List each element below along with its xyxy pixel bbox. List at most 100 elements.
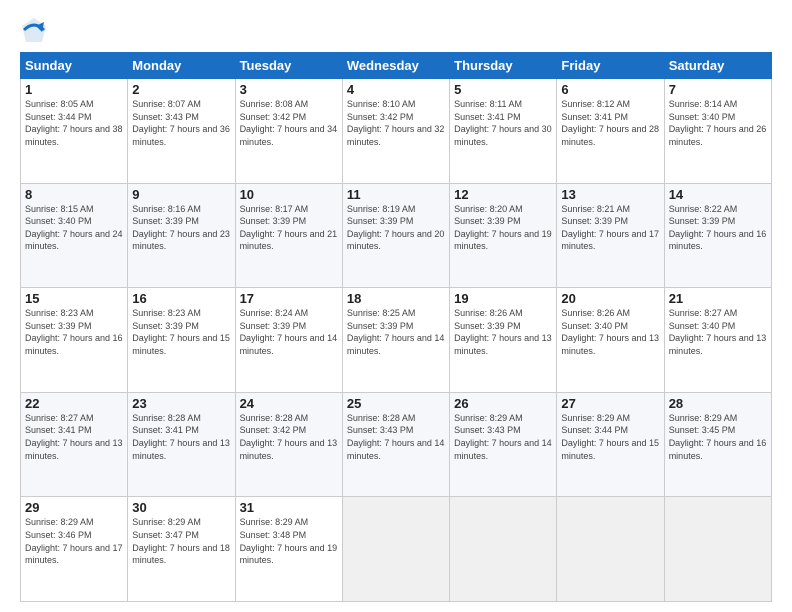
daylight-text: Daylight: 7 hours and 13 minutes. [561, 333, 659, 356]
sunset-text: Sunset: 3:39 PM [454, 321, 521, 331]
daylight-text: Daylight: 7 hours and 36 minutes. [132, 124, 230, 147]
day-number: 13 [561, 187, 659, 202]
daylight-text: Daylight: 7 hours and 20 minutes. [347, 229, 445, 252]
calendar-cell: 8 Sunrise: 8:15 AM Sunset: 3:40 PM Dayli… [21, 183, 128, 288]
sunset-text: Sunset: 3:39 PM [561, 216, 628, 226]
sunrise-text: Sunrise: 8:25 AM [347, 308, 416, 318]
sunrise-text: Sunrise: 8:29 AM [240, 517, 309, 527]
logo-icon [20, 16, 48, 44]
sunset-text: Sunset: 3:40 PM [25, 216, 92, 226]
sunrise-text: Sunrise: 8:26 AM [561, 308, 630, 318]
calendar-cell: 26 Sunrise: 8:29 AM Sunset: 3:43 PM Dayl… [450, 392, 557, 497]
calendar-cell: 19 Sunrise: 8:26 AM Sunset: 3:39 PM Dayl… [450, 288, 557, 393]
sunrise-text: Sunrise: 8:11 AM [454, 99, 522, 109]
calendar-cell: 4 Sunrise: 8:10 AM Sunset: 3:42 PM Dayli… [342, 79, 449, 184]
daylight-text: Daylight: 7 hours and 16 minutes. [669, 229, 767, 252]
day-number: 3 [240, 82, 338, 97]
sunset-text: Sunset: 3:40 PM [561, 321, 628, 331]
day-number: 24 [240, 396, 338, 411]
sunset-text: Sunset: 3:44 PM [561, 425, 628, 435]
day-info: Sunrise: 8:16 AM Sunset: 3:39 PM Dayligh… [132, 203, 230, 253]
calendar-cell: 27 Sunrise: 8:29 AM Sunset: 3:44 PM Dayl… [557, 392, 664, 497]
sunrise-text: Sunrise: 8:23 AM [132, 308, 201, 318]
weekday-header-sunday: Sunday [21, 53, 128, 79]
day-number: 18 [347, 291, 445, 306]
day-info: Sunrise: 8:23 AM Sunset: 3:39 PM Dayligh… [25, 307, 123, 357]
calendar-cell: 10 Sunrise: 8:17 AM Sunset: 3:39 PM Dayl… [235, 183, 342, 288]
daylight-text: Daylight: 7 hours and 14 minutes. [347, 333, 445, 356]
sunrise-text: Sunrise: 8:29 AM [25, 517, 94, 527]
sunset-text: Sunset: 3:40 PM [669, 112, 736, 122]
sunrise-text: Sunrise: 8:28 AM [347, 413, 416, 423]
page: SundayMondayTuesdayWednesdayThursdayFrid… [0, 0, 792, 612]
calendar-cell: 9 Sunrise: 8:16 AM Sunset: 3:39 PM Dayli… [128, 183, 235, 288]
header [20, 16, 772, 44]
day-number: 26 [454, 396, 552, 411]
day-number: 15 [25, 291, 123, 306]
day-number: 23 [132, 396, 230, 411]
day-info: Sunrise: 8:28 AM Sunset: 3:41 PM Dayligh… [132, 412, 230, 462]
calendar-cell: 5 Sunrise: 8:11 AM Sunset: 3:41 PM Dayli… [450, 79, 557, 184]
day-number: 17 [240, 291, 338, 306]
calendar-cell [557, 497, 664, 602]
daylight-text: Daylight: 7 hours and 15 minutes. [132, 333, 230, 356]
day-number: 25 [347, 396, 445, 411]
weekday-header-tuesday: Tuesday [235, 53, 342, 79]
day-info: Sunrise: 8:27 AM Sunset: 3:41 PM Dayligh… [25, 412, 123, 462]
calendar-cell: 18 Sunrise: 8:25 AM Sunset: 3:39 PM Dayl… [342, 288, 449, 393]
sunset-text: Sunset: 3:41 PM [561, 112, 628, 122]
sunset-text: Sunset: 3:41 PM [454, 112, 521, 122]
calendar-cell: 22 Sunrise: 8:27 AM Sunset: 3:41 PM Dayl… [21, 392, 128, 497]
day-info: Sunrise: 8:29 AM Sunset: 3:45 PM Dayligh… [669, 412, 767, 462]
day-info: Sunrise: 8:29 AM Sunset: 3:47 PM Dayligh… [132, 516, 230, 566]
calendar-cell: 28 Sunrise: 8:29 AM Sunset: 3:45 PM Dayl… [664, 392, 771, 497]
daylight-text: Daylight: 7 hours and 14 minutes. [454, 438, 552, 461]
sunrise-text: Sunrise: 8:16 AM [132, 204, 201, 214]
sunset-text: Sunset: 3:39 PM [25, 321, 92, 331]
daylight-text: Daylight: 7 hours and 19 minutes. [240, 543, 338, 566]
day-number: 8 [25, 187, 123, 202]
calendar-cell [342, 497, 449, 602]
sunrise-text: Sunrise: 8:10 AM [347, 99, 416, 109]
sunset-text: Sunset: 3:40 PM [669, 321, 736, 331]
sunset-text: Sunset: 3:45 PM [669, 425, 736, 435]
sunrise-text: Sunrise: 8:21 AM [561, 204, 630, 214]
daylight-text: Daylight: 7 hours and 15 minutes. [561, 438, 659, 461]
sunrise-text: Sunrise: 8:29 AM [454, 413, 523, 423]
sunrise-text: Sunrise: 8:27 AM [669, 308, 738, 318]
day-info: Sunrise: 8:26 AM Sunset: 3:40 PM Dayligh… [561, 307, 659, 357]
weekday-header-saturday: Saturday [664, 53, 771, 79]
day-number: 11 [347, 187, 445, 202]
daylight-text: Daylight: 7 hours and 19 minutes. [454, 229, 552, 252]
daylight-text: Daylight: 7 hours and 14 minutes. [347, 438, 445, 461]
day-number: 20 [561, 291, 659, 306]
sunset-text: Sunset: 3:39 PM [454, 216, 521, 226]
sunset-text: Sunset: 3:43 PM [347, 425, 414, 435]
day-number: 27 [561, 396, 659, 411]
sunrise-text: Sunrise: 8:26 AM [454, 308, 523, 318]
weekday-header-friday: Friday [557, 53, 664, 79]
day-number: 28 [669, 396, 767, 411]
calendar-cell: 15 Sunrise: 8:23 AM Sunset: 3:39 PM Dayl… [21, 288, 128, 393]
calendar-cell: 3 Sunrise: 8:08 AM Sunset: 3:42 PM Dayli… [235, 79, 342, 184]
day-info: Sunrise: 8:08 AM Sunset: 3:42 PM Dayligh… [240, 98, 338, 148]
day-info: Sunrise: 8:10 AM Sunset: 3:42 PM Dayligh… [347, 98, 445, 148]
calendar-cell: 31 Sunrise: 8:29 AM Sunset: 3:48 PM Dayl… [235, 497, 342, 602]
sunset-text: Sunset: 3:41 PM [132, 425, 199, 435]
calendar-cell: 14 Sunrise: 8:22 AM Sunset: 3:39 PM Dayl… [664, 183, 771, 288]
day-number: 10 [240, 187, 338, 202]
sunset-text: Sunset: 3:39 PM [132, 321, 199, 331]
day-info: Sunrise: 8:29 AM Sunset: 3:46 PM Dayligh… [25, 516, 123, 566]
day-info: Sunrise: 8:15 AM Sunset: 3:40 PM Dayligh… [25, 203, 123, 253]
day-info: Sunrise: 8:26 AM Sunset: 3:39 PM Dayligh… [454, 307, 552, 357]
day-info: Sunrise: 8:07 AM Sunset: 3:43 PM Dayligh… [132, 98, 230, 148]
day-number: 6 [561, 82, 659, 97]
daylight-text: Daylight: 7 hours and 17 minutes. [25, 543, 123, 566]
sunrise-text: Sunrise: 8:28 AM [132, 413, 201, 423]
sunset-text: Sunset: 3:43 PM [454, 425, 521, 435]
calendar-cell: 24 Sunrise: 8:28 AM Sunset: 3:42 PM Dayl… [235, 392, 342, 497]
day-info: Sunrise: 8:23 AM Sunset: 3:39 PM Dayligh… [132, 307, 230, 357]
daylight-text: Daylight: 7 hours and 13 minutes. [240, 438, 338, 461]
sunrise-text: Sunrise: 8:28 AM [240, 413, 309, 423]
calendar-cell: 2 Sunrise: 8:07 AM Sunset: 3:43 PM Dayli… [128, 79, 235, 184]
